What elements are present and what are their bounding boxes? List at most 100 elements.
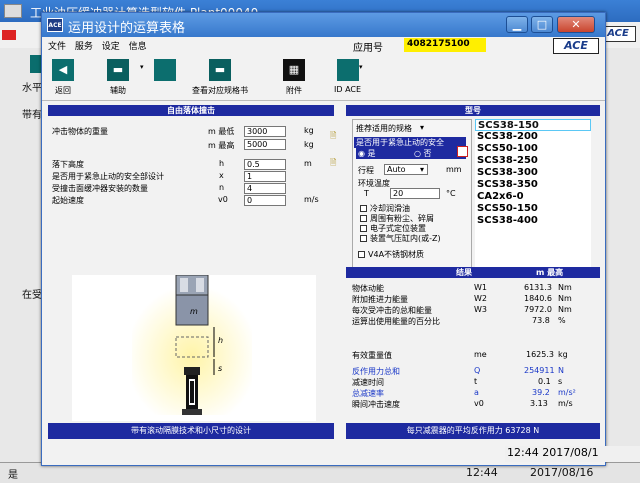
app-no-label: 应用号 xyxy=(353,43,383,54)
chevron-down-icon[interactable]: ▾ xyxy=(420,165,424,174)
estop-warning-box xyxy=(457,146,468,157)
assist-dropdown[interactable]: ▾ xyxy=(140,59,144,71)
maximize-button[interactable]: □ xyxy=(531,16,553,33)
result-value: 7972.0 xyxy=(524,305,552,314)
result-unit: Nm xyxy=(558,305,572,314)
model-item[interactable]: SCS38-400 xyxy=(475,215,591,227)
toolbar: ◀ 返回 ▬ 辅助 ▾ ▬ 查看对应规格书 ▦ 附件 ID ACE ▾ xyxy=(42,53,605,101)
count-sym: n xyxy=(219,183,225,192)
left-bottom-bar: 带有滚动隔膜技术和小尺寸的设计 xyxy=(48,423,334,439)
catalog-label: 查看对应规格书 xyxy=(192,86,248,95)
results-title: 结果 xyxy=(456,268,472,277)
window-title: 运用设计的运算表格 xyxy=(68,21,186,36)
result-value: 1840.6 xyxy=(524,294,552,303)
estop-yes-radio[interactable]: ◉ 是 xyxy=(358,148,376,159)
left-header: 自由落体撞击 xyxy=(48,105,334,116)
estop-input[interactable]: 1 xyxy=(244,171,286,182)
results-header: 结果 m 最高 xyxy=(346,267,600,278)
menu-settings[interactable]: 设定 xyxy=(102,42,120,52)
idace-dropdown[interactable]: ▾ xyxy=(359,59,363,71)
result2-value: 3.13 xyxy=(530,399,548,408)
stroke-unit: mm xyxy=(446,165,462,174)
results-mmax: m 最高 xyxy=(536,268,564,277)
model-item[interactable]: SCS50-100 xyxy=(475,143,591,155)
calc-sheet-window: ACE 运用设计的运算表格 ▁ □ ✕ 文件 服务 设定 信息 应用号 4082… xyxy=(41,12,606,466)
mass-min-input[interactable]: 3000 xyxy=(244,126,286,137)
free-fall-illustration: m h s xyxy=(72,274,316,421)
result2-value: 0.1 xyxy=(538,377,551,386)
eff-mass-sym: me xyxy=(474,350,487,359)
result-value: 73.8 xyxy=(532,316,550,325)
opt-pneumatic-checkbox[interactable]: 装置气压缸内(或-Z) xyxy=(360,233,441,244)
menu-service[interactable]: 服务 xyxy=(75,42,93,52)
idace-button[interactable]: ID ACE xyxy=(334,59,361,94)
drop-unit: m xyxy=(304,159,312,168)
close-button[interactable]: ✕ xyxy=(557,16,595,33)
drop-input[interactable]: 0.5 xyxy=(244,159,286,170)
note-icon[interactable]: 🗎 xyxy=(330,130,336,144)
attach-button[interactable]: ▦ 附件 xyxy=(283,59,305,96)
background-text-2: 带有 xyxy=(22,110,42,121)
result-sym: W1 xyxy=(474,283,487,292)
count-label: 受撞击面缓冲器安装的数量 xyxy=(52,184,148,193)
count-input[interactable]: 4 xyxy=(244,183,286,194)
status-time: 12:44 xyxy=(466,466,498,479)
square-tool-icon xyxy=(154,59,176,81)
speed-label: 起始速度 xyxy=(52,196,84,205)
result-sym: W2 xyxy=(474,294,487,303)
model-item[interactable]: SCS38-350 xyxy=(475,179,591,191)
estop-no-radio[interactable]: ○ 否 xyxy=(414,148,432,159)
result2-value: 254911 xyxy=(524,366,555,375)
free-fall-diagram: m h s xyxy=(132,274,252,415)
model-item[interactable]: SCS38-200 xyxy=(475,131,591,143)
model-list[interactable]: SCS38-150 SCS38-200 SCS50-100 SCS38-250 … xyxy=(475,119,591,269)
back-label: 返回 xyxy=(55,86,71,95)
flag-icon[interactable] xyxy=(2,30,16,40)
chevron-down-icon: ▾ xyxy=(140,63,144,71)
menu-file[interactable]: 文件 xyxy=(48,42,66,52)
estop-question: 是否用于紧急止动的安全 xyxy=(354,137,466,148)
ace-logo: ACE xyxy=(553,38,599,54)
result-unit: Nm xyxy=(558,283,572,292)
no-label: 否 xyxy=(423,149,432,158)
model-item[interactable]: SCS38-300 xyxy=(475,167,591,179)
opt-pneumatic-label: 装置气压缸内(或-Z) xyxy=(370,234,441,243)
model-item[interactable]: SCS38-150 xyxy=(475,119,591,131)
result-label: 附加推进力能量 xyxy=(352,295,408,304)
minimize-button[interactable]: ▁ xyxy=(506,16,528,33)
speed-input[interactable]: 0 xyxy=(244,195,286,206)
assist-icon: ▬ xyxy=(107,59,129,81)
note-icon-2[interactable]: 🗎 xyxy=(330,157,336,171)
square-tool-button[interactable] xyxy=(154,59,176,85)
recommend-label[interactable]: 推荐适用的规格 xyxy=(356,123,412,134)
result2-label: 反作用力总和 xyxy=(352,367,400,376)
assist-button[interactable]: ▬ 辅助 xyxy=(107,59,129,96)
temp-input[interactable]: 20 xyxy=(390,188,440,199)
window-logo-icon: ACE xyxy=(47,18,63,32)
yes-label: 是 xyxy=(367,149,376,158)
result2-unit: m/s xyxy=(558,399,573,408)
result-sym: W3 xyxy=(474,305,487,314)
menu-info[interactable]: 信息 xyxy=(129,42,147,52)
attach-label: 附件 xyxy=(286,86,302,95)
drop-label: 落下高度 xyxy=(52,160,84,169)
result2-sym: a xyxy=(474,388,479,397)
model-item[interactable]: SCS38-250 xyxy=(475,155,591,167)
title-bar[interactable]: ACE 运用设计的运算表格 ▁ □ ✕ xyxy=(42,13,605,37)
model-item[interactable]: SCS50-150 xyxy=(475,203,591,215)
result-unit: Nm xyxy=(558,294,572,303)
estop-label: 是否用于紧急止动的安全部设计 xyxy=(52,172,164,181)
mass-unit-2: kg xyxy=(304,140,314,149)
mass-max-input[interactable]: 5000 xyxy=(244,139,286,150)
model-item[interactable]: CA2x6-0 xyxy=(475,191,591,203)
temp-unit: °C xyxy=(446,189,456,198)
assist-label: 辅助 xyxy=(110,86,126,95)
catalog-icon: ▬ xyxy=(209,59,231,81)
catalog-button[interactable]: ▬ 查看对应规格书 xyxy=(192,59,248,96)
result-value: 6131.3 xyxy=(524,283,552,292)
chevron-down-icon[interactable]: ▾ xyxy=(420,123,424,132)
back-arrow-icon: ◀ xyxy=(52,59,74,81)
app-no-field[interactable]: 4082175100 xyxy=(404,38,486,52)
v4a-checkbox[interactable]: V4A不锈钢材质 xyxy=(358,249,424,260)
back-button[interactable]: ◀ 返回 xyxy=(52,59,74,96)
